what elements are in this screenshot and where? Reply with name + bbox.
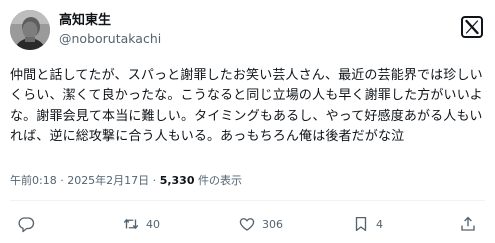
bookmark-count: 4 xyxy=(376,217,383,231)
x-logo-glyph-icon xyxy=(465,19,479,35)
repost-count: 40 xyxy=(146,217,160,231)
post-card: 高知東生 @noborutakachi 仲間と話してたが、スパっと謝罪したお笑い… xyxy=(0,0,495,243)
view-count: 5,330 xyxy=(159,174,195,187)
repost-button[interactable]: 40 xyxy=(122,213,160,235)
action-bar: 40 306 4 xyxy=(0,213,495,235)
avatar[interactable] xyxy=(10,10,50,50)
avatar-image xyxy=(10,10,50,50)
post-meta: 午前0:18 · 2025年2月17日 · 5,330 件の表示 xyxy=(10,174,242,188)
reply-button[interactable] xyxy=(17,213,35,235)
x-logo-icon[interactable] xyxy=(461,16,483,38)
heart-icon xyxy=(239,218,255,231)
bookmark-icon xyxy=(355,216,367,232)
divider xyxy=(10,200,485,201)
bookmark-button[interactable]: 4 xyxy=(352,213,383,235)
reply-icon xyxy=(18,217,35,233)
view-label: 件の表示 xyxy=(197,174,242,187)
share-icon xyxy=(461,216,475,231)
post-text: 仲間と話してたが、スパっと謝罪したお笑い芸人さん、最近の芸能界では珍しいくらい、… xyxy=(10,68,483,145)
user-handle[interactable]: @noborutakachi xyxy=(59,31,161,47)
share-button[interactable] xyxy=(459,213,477,235)
display-name[interactable]: 高知東生 xyxy=(59,13,111,29)
repost-icon xyxy=(123,218,139,230)
post-timestamp[interactable]: 午前0:18 · 2025年2月17日 · xyxy=(10,174,156,187)
like-button[interactable]: 306 xyxy=(238,213,283,235)
like-count: 306 xyxy=(262,217,283,231)
